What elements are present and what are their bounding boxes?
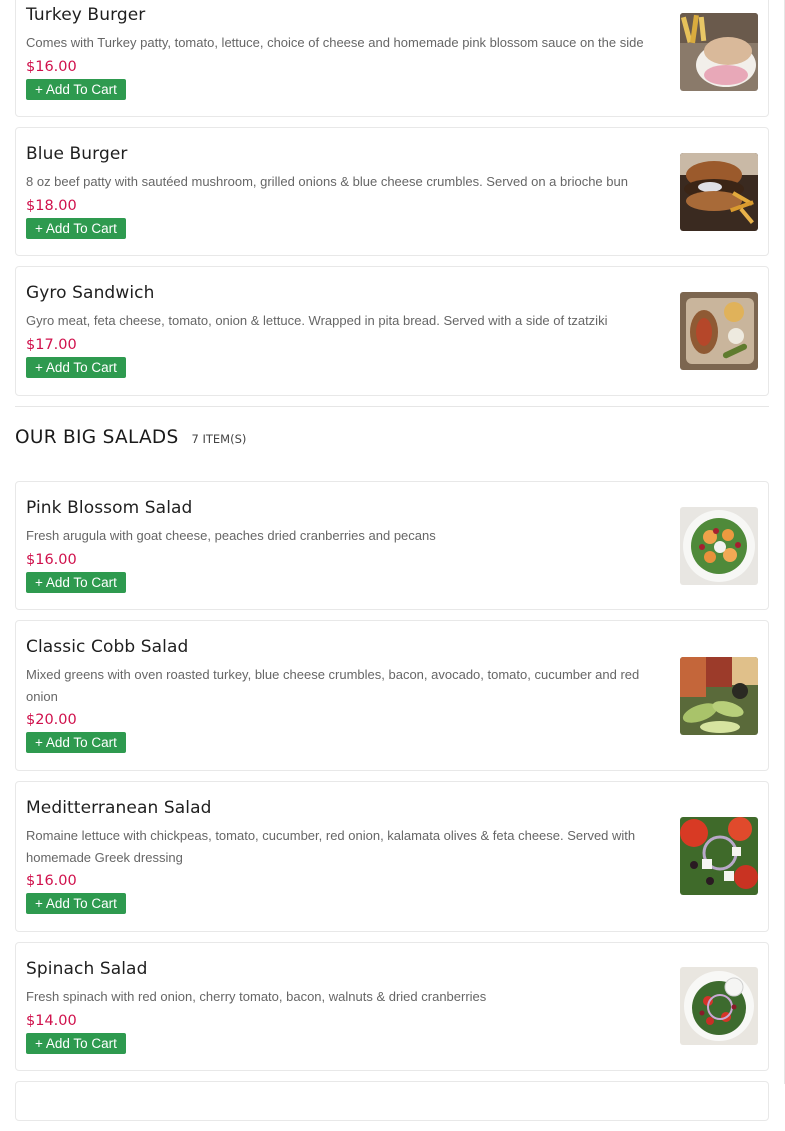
- menu-item-card[interactable]: Meditterranean Salad Romaine lettuce wit…: [15, 781, 769, 932]
- menu-item-description: Romaine lettuce with chickpeas, tomato, …: [26, 828, 636, 865]
- menu-item-price: $16.00: [26, 873, 77, 889]
- menu-item-name[interactable]: Gyro Sandwich: [26, 281, 668, 305]
- add-to-cart-button[interactable]: + Add To Cart: [26, 571, 126, 593]
- menu-item-card[interactable]: Turkey Burger Comes with Turkey patty, t…: [15, 0, 769, 117]
- add-to-cart-button[interactable]: + Add To Cart: [26, 893, 126, 914]
- menu-item-card[interactable]: Classic Cobb Salad Mixed greens with ove…: [15, 620, 769, 771]
- menu-item-price: $17.00: [26, 336, 77, 353]
- classic-cobb-salad-photo[interactable]: [680, 657, 758, 735]
- blue-burger-photo[interactable]: [680, 153, 758, 231]
- menu-item-card[interactable]: Gyro Sandwich Gyro meat, feta cheese, to…: [15, 266, 769, 396]
- menu-item-name[interactable]: Meditterranean Salad: [26, 796, 668, 820]
- menu-item-text: Pink Blossom Salad Fresh arugula with go…: [26, 496, 668, 593]
- menu-item-name[interactable]: Pink Blossom Salad: [26, 496, 668, 520]
- menu-item-card[interactable]: Blue Burger 8 oz beef patty with sautéed…: [15, 127, 769, 256]
- spinach-salad-photo[interactable]: [680, 967, 758, 1045]
- menu-item-name[interactable]: Spinach Salad: [26, 957, 668, 981]
- menu-item-text: Classic Cobb Salad Mixed greens with ove…: [26, 635, 668, 753]
- menu-item-name[interactable]: Classic Cobb Salad: [26, 635, 668, 659]
- section-title: OUR BIG SALADS: [15, 427, 179, 448]
- menu-item-price: $16.00: [26, 551, 77, 568]
- menu-item-card[interactable]: Spinach Salad Fresh spinach with red oni…: [15, 942, 769, 1071]
- menu-item-card-partial[interactable]: [15, 1081, 769, 1121]
- add-to-cart-button[interactable]: + Add To Cart: [26, 1032, 126, 1054]
- menu-item-description: Mixed greens with oven roasted turkey, b…: [26, 667, 640, 704]
- menu-item-description: Fresh spinach with red onion, cherry tom…: [26, 989, 487, 1004]
- gyro-sandwich-photo[interactable]: [680, 292, 758, 370]
- menu-item-description: 8 oz beef patty with sautéed mushroom, g…: [26, 174, 628, 189]
- menu-item-card[interactable]: Pink Blossom Salad Fresh arugula with go…: [15, 481, 769, 610]
- menu-item-price: $20.00: [26, 712, 77, 728]
- menu-item-text: Meditterranean Salad Romaine lettuce wit…: [26, 796, 668, 914]
- section-header: OUR BIG SALADS 7 ITEM(S): [15, 427, 769, 455]
- menu-item-description: Gyro meat, feta cheese, tomato, onion & …: [26, 313, 608, 328]
- add-to-cart-button[interactable]: + Add To Cart: [26, 78, 126, 100]
- menu-item-text: Turkey Burger Comes with Turkey patty, t…: [26, 3, 668, 100]
- pink-blossom-salad-photo[interactable]: [680, 507, 758, 585]
- menu-item-name[interactable]: Blue Burger: [26, 142, 668, 166]
- menu-item-price: $16.00: [26, 58, 77, 75]
- section-item-count: 7 ITEM(S): [191, 432, 247, 446]
- add-to-cart-button[interactable]: + Add To Cart: [26, 732, 126, 753]
- mediterranean-salad-photo[interactable]: [680, 817, 758, 895]
- add-to-cart-button[interactable]: + Add To Cart: [26, 356, 126, 378]
- menu-page: Turkey Burger Comes with Turkey patty, t…: [15, 0, 769, 1131]
- menu-item-price: $18.00: [26, 197, 77, 214]
- menu-item-price: $14.00: [26, 1012, 77, 1029]
- menu-item-text: Spinach Salad Fresh spinach with red oni…: [26, 957, 668, 1054]
- menu-item-description: Fresh arugula with goat cheese, peaches …: [26, 528, 436, 543]
- section-divider: [15, 406, 769, 407]
- menu-item-text: Blue Burger 8 oz beef patty with sautéed…: [26, 142, 668, 239]
- turkey-burger-photo[interactable]: [680, 13, 758, 91]
- menu-item-description: Comes with Turkey patty, tomato, lettuce…: [26, 35, 644, 50]
- menu-item-name[interactable]: Turkey Burger: [26, 3, 668, 27]
- add-to-cart-button[interactable]: + Add To Cart: [26, 217, 126, 239]
- menu-item-text: Gyro Sandwich Gyro meat, feta cheese, to…: [26, 281, 668, 378]
